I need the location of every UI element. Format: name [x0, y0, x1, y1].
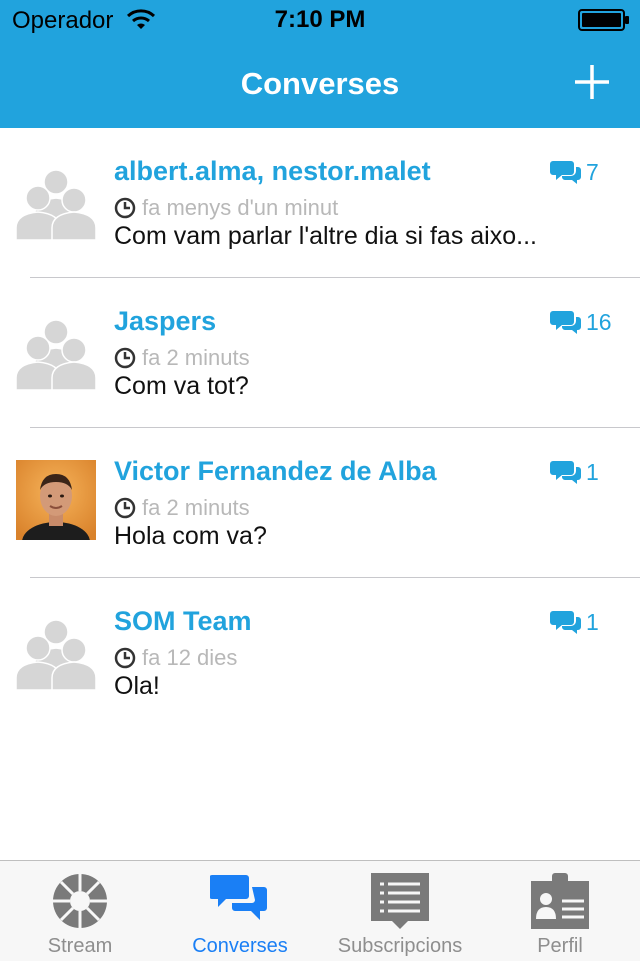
status-bar: Operador 7:10 PM [0, 0, 640, 40]
group-avatar-icon [16, 160, 96, 240]
conversation-row[interactable]: SOM Team 1 fa 12 dies Ola! [0, 578, 640, 728]
tab-subscripcions[interactable]: Subscripcions [320, 861, 480, 961]
conversation-row[interactable]: Victor Fernandez de Alba 1 fa 2 minuts H… [0, 428, 640, 578]
chat-bubbles-icon [210, 875, 267, 920]
stream-icon [53, 874, 107, 928]
conversation-list: albert.alma, nestor.malet 7 fa menys d'u… [0, 128, 640, 728]
battery-icon [578, 9, 629, 31]
conversation-name: albert.alma, nestor.malet [114, 156, 431, 186]
add-conversation-button[interactable] [572, 62, 612, 102]
conversation-name: Victor Fernandez de Alba [114, 456, 437, 486]
clock-icon [114, 647, 136, 669]
tab-label: Stream [47, 935, 113, 957]
conversation-row[interactable]: Jaspers 16 fa 2 minuts Com va tot? [0, 278, 640, 428]
message-count-label: 1 [586, 608, 599, 635]
last-message: Ola! [114, 672, 160, 700]
chat-bubbles-icon [550, 159, 582, 185]
header: Operador 7:10 PM Converses [0, 0, 640, 128]
conversation-name: SOM Team [114, 606, 252, 636]
tab-label: Subscripcions [337, 935, 463, 957]
time-label: fa 12 dies [142, 645, 238, 670]
message-count-label: 16 [586, 308, 612, 335]
clock-icon [114, 347, 136, 369]
message-count: 7 [550, 158, 599, 186]
clock: 7:10 PM [274, 6, 366, 33]
tab-label: Perfil [537, 935, 583, 957]
conversation-time: fa menys d'un minut [114, 194, 338, 222]
time-label: fa menys d'un minut [142, 195, 339, 220]
group-avatar-icon [16, 610, 96, 690]
subscriptions-icon [371, 873, 429, 929]
tab-perfil[interactable]: Perfil [480, 861, 640, 961]
profile-card-icon [531, 873, 589, 929]
tab-stream[interactable]: Stream [0, 861, 160, 961]
conversation-time: fa 2 minuts [114, 344, 250, 372]
message-count: 1 [550, 608, 599, 636]
tab-label: Converses [192, 935, 288, 957]
message-count-label: 7 [586, 158, 599, 185]
tab-bar: Stream Converses Subscripcions Perfil [0, 860, 640, 961]
page-title: Converses [240, 66, 400, 101]
time-label: fa 2 minuts [142, 495, 250, 520]
message-count: 16 [550, 308, 612, 336]
message-count-label: 1 [586, 458, 599, 485]
group-avatar-icon [16, 310, 96, 390]
time-label: fa 2 minuts [142, 345, 250, 370]
chat-bubbles-icon [550, 309, 582, 335]
user-photo-avatar [16, 460, 96, 540]
clock-icon [114, 497, 136, 519]
chat-bubbles-icon [550, 459, 582, 485]
conversation-name: Jaspers [114, 306, 217, 336]
last-message: Com vam parlar l'altre dia si fas aixo..… [114, 222, 537, 250]
tab-converses[interactable]: Converses [160, 861, 320, 961]
conversation-time: fa 2 minuts [114, 494, 250, 522]
chat-bubbles-icon [550, 609, 582, 635]
message-count: 1 [550, 458, 599, 486]
last-message: Com va tot? [114, 372, 249, 400]
conversation-row[interactable]: albert.alma, nestor.malet 7 fa menys d'u… [0, 128, 640, 278]
clock-icon [114, 197, 136, 219]
conversation-time: fa 12 dies [114, 644, 237, 672]
last-message: Hola com va? [114, 522, 267, 550]
